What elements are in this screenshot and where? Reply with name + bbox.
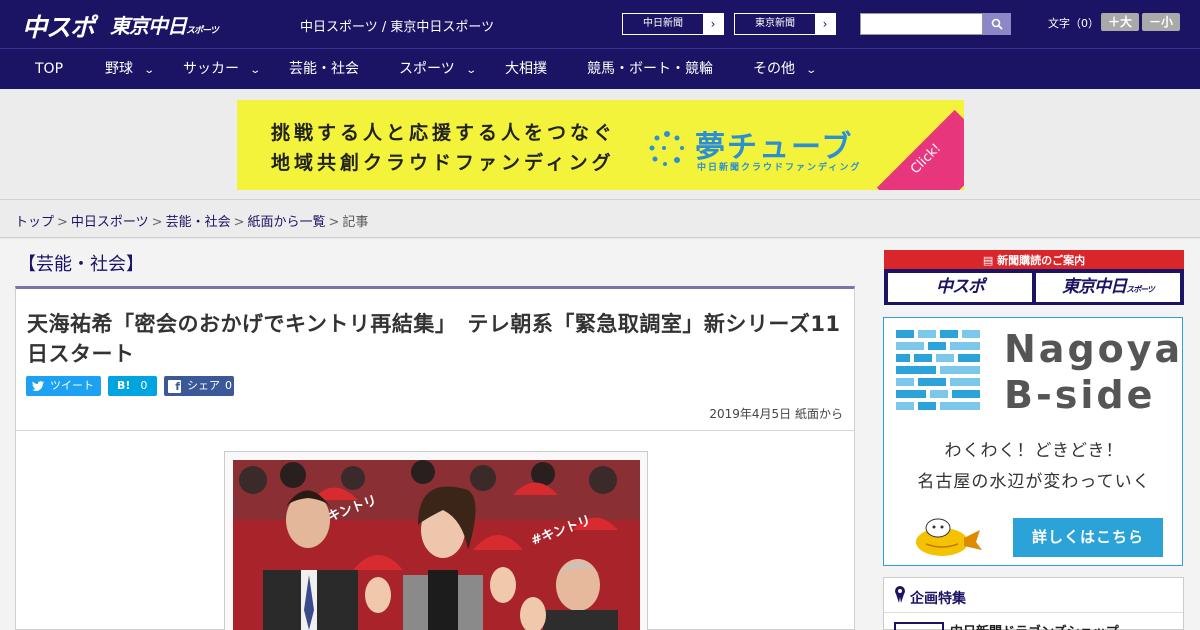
bside-title: Nagoya B-side	[1004, 326, 1183, 418]
tokyo-logo-suffix: スポーツ	[186, 26, 219, 36]
site-header: 中スポ 東京中日スポーツ 中日スポーツ / 東京中日スポーツ 中日新聞 › 東京…	[0, 0, 1200, 48]
chunichi-shimbun-label: 中日新聞	[643, 18, 683, 29]
subscribe-tokyo-logo[interactable]: 東京中日スポーツ	[1036, 273, 1180, 302]
nav-item-sports[interactable]: スポーツ ⌄	[399, 49, 477, 90]
search-button[interactable]	[983, 13, 1011, 35]
nav-label: 芸能・社会	[289, 61, 359, 77]
nav-label: 大相撲	[505, 61, 547, 77]
bside-text2: 名古屋の水辺が変わっていく	[917, 472, 1151, 492]
article-category: 【芸能・社会】	[18, 254, 144, 275]
facebook-share-button[interactable]: f シェア 0	[164, 376, 234, 396]
bside-copy: わくわく！どきどき！ 名古屋の水辺が変わっていく	[884, 436, 1184, 498]
ribbon-pin-icon	[895, 586, 905, 603]
facebook-label: シェア	[187, 379, 220, 392]
banner-line1: 挑戦する人と応援する人をつなぐ	[271, 122, 617, 144]
breadcrumb-separator: >	[328, 215, 340, 230]
shrimp-mascot-icon	[916, 518, 982, 556]
tokyo-shimbun-label: 東京新聞	[755, 18, 795, 29]
facebook-icon: f	[168, 379, 181, 393]
nav-item-baseball[interactable]: 野球 ⌄	[105, 49, 156, 90]
breadcrumb-separator: >	[233, 215, 245, 230]
breadcrumb-separator: >	[57, 215, 68, 230]
subscription-header: ▤ 新聞購読のご案内	[884, 252, 1184, 268]
subscribe-tokyo-suffix: スポーツ	[1126, 285, 1155, 294]
article-title: 天海祐希「密会のおかげでキントリ再結集」 テレ朝系「緊急取調室」新シリーズ11日…	[27, 312, 841, 366]
chevron-down-icon: ⌄	[249, 65, 262, 76]
breadcrumb-top[interactable]: トップ	[15, 215, 54, 230]
bside-details-button[interactable]: 詳しくはこちら	[1013, 518, 1163, 557]
article-date: 2019年4月5日 紙面から	[709, 407, 843, 421]
nav-label: 競馬・ボート・競輪	[587, 61, 713, 77]
banner-click-ribbon: Click!	[876, 109, 964, 190]
tokyo-logo-text: 東京中日	[110, 14, 187, 38]
breadcrumb-current: 記事	[342, 215, 369, 230]
breadcrumb-chunichi-sports[interactable]: 中日スポーツ	[71, 215, 149, 230]
hatena-count: 0	[140, 379, 148, 392]
nav-item-other[interactable]: その他 ⌄	[753, 49, 818, 90]
divider	[884, 612, 1183, 613]
nav-label: 野球	[105, 61, 133, 77]
breadcrumb-paper-list[interactable]: 紙面から一覧	[248, 215, 326, 230]
article-photo[interactable]: #キントリ #キントリ	[233, 460, 640, 630]
tweet-button[interactable]: ツイート	[26, 376, 101, 396]
banner-subtitle: 中日新聞クラウドファンディング	[697, 163, 862, 173]
banner-area: 挑戦する人と応援する人をつなぐ 地域共創クラウドファンディング 夢チューブ 中日…	[0, 89, 1200, 200]
text-size-up-button[interactable]: ＋大	[1101, 13, 1139, 31]
bside-title-line1: Nagoya	[1004, 327, 1184, 371]
feature-thumbnail[interactable]	[894, 622, 944, 630]
feature-title: 企画特集	[910, 591, 966, 607]
chevron-right-icon: ›	[703, 14, 723, 34]
subscription-header-label: 新聞購読のご案内	[997, 254, 1086, 267]
hatena-icon: B!	[117, 379, 131, 392]
dots-logo-icon	[649, 131, 684, 166]
site-label: 中日スポーツ / 東京中日スポーツ	[300, 20, 495, 35]
search-input[interactable]	[860, 13, 983, 35]
subscribe-tokyo-text: 東京中日	[1062, 277, 1127, 297]
feature-item-link[interactable]: 中日新聞ドラゴンズショップ	[950, 621, 1119, 630]
nav-label: TOP	[35, 61, 64, 77]
chevron-down-icon: ⌄	[143, 65, 156, 76]
nav-item-entertainment[interactable]: 芸能・社会	[289, 49, 359, 90]
chunichi-sports-logo[interactable]: 中スポ	[22, 8, 95, 44]
feature-box: 企画特集 中日新聞ドラゴンズショップ	[883, 577, 1184, 630]
chunichi-shimbun-link[interactable]: 中日新聞 ›	[622, 13, 724, 35]
nagoya-bside-ad[interactable]: Nagoya B-side わくわく！どきどき！ 名古屋の水辺が変わっていく 詳…	[883, 317, 1183, 566]
divider	[16, 430, 854, 431]
hatena-bookmark-button[interactable]: B! 0	[108, 376, 157, 396]
tokyo-shimbun-link[interactable]: 東京新聞 ›	[734, 13, 836, 35]
tokyo-chunichi-sports-logo[interactable]: 東京中日スポーツ	[110, 10, 219, 39]
nav-label: その他	[753, 61, 795, 77]
twitter-icon	[32, 381, 44, 391]
newspaper-icon: ▤	[982, 254, 998, 267]
breadcrumb-entertainment[interactable]: 芸能・社会	[166, 215, 231, 230]
nav-item-racing[interactable]: 競馬・ボート・競輪	[587, 49, 713, 90]
bside-text1: わくわく！どきどき！	[944, 441, 1124, 461]
nav-item-sumo[interactable]: 大相撲	[505, 49, 547, 90]
chevron-down-icon: ⌄	[805, 65, 818, 76]
nav-item-top[interactable]: TOP	[35, 49, 63, 90]
photo-illustration: #キントリ #キントリ	[233, 460, 640, 630]
bside-title-line2: B-side	[1004, 373, 1156, 417]
text-size-label: 文字（0）	[1048, 17, 1099, 30]
wave-blocks-icon	[896, 330, 980, 410]
subscribe-chunichi-logo[interactable]: 中スポ	[888, 273, 1032, 302]
nav-label: サッカー	[183, 61, 239, 77]
breadcrumb: トップ > 中日スポーツ > 芸能・社会 > 紙面から一覧 > 記事	[0, 200, 1200, 238]
chevron-down-icon: ⌄	[465, 65, 477, 76]
main-nav: TOP 野球 ⌄ サッカー ⌄ 芸能・社会 スポーツ ⌄ 大相撲 競馬・ボート・競輪 …	[0, 48, 1200, 89]
article-photo-frame: #キントリ #キントリ	[224, 451, 648, 630]
text-size-down-button[interactable]: －小	[1142, 13, 1180, 31]
breadcrumb-separator: >	[151, 215, 163, 230]
banner-line2: 地域共創クラウドファンディング	[271, 152, 615, 174]
nav-item-soccer[interactable]: サッカー ⌄	[183, 49, 262, 90]
search-icon	[991, 18, 1003, 30]
article-card: 天海祐希「密会のおかげでキントリ再結集」 テレ朝系「緊急取調室」新シリーズ11日…	[15, 286, 855, 630]
chevron-right-icon: ›	[815, 14, 835, 34]
tweet-label: ツイート	[50, 379, 94, 392]
banner-copy: 挑戦する人と応援する人をつなぐ 地域共創クラウドファンディング	[271, 118, 616, 178]
crowdfunding-banner[interactable]: 挑戦する人と応援する人をつなぐ 地域共創クラウドファンディング 夢チューブ 中日…	[237, 100, 964, 190]
facebook-count: 0	[225, 379, 232, 392]
nav-label: スポーツ	[399, 61, 455, 77]
